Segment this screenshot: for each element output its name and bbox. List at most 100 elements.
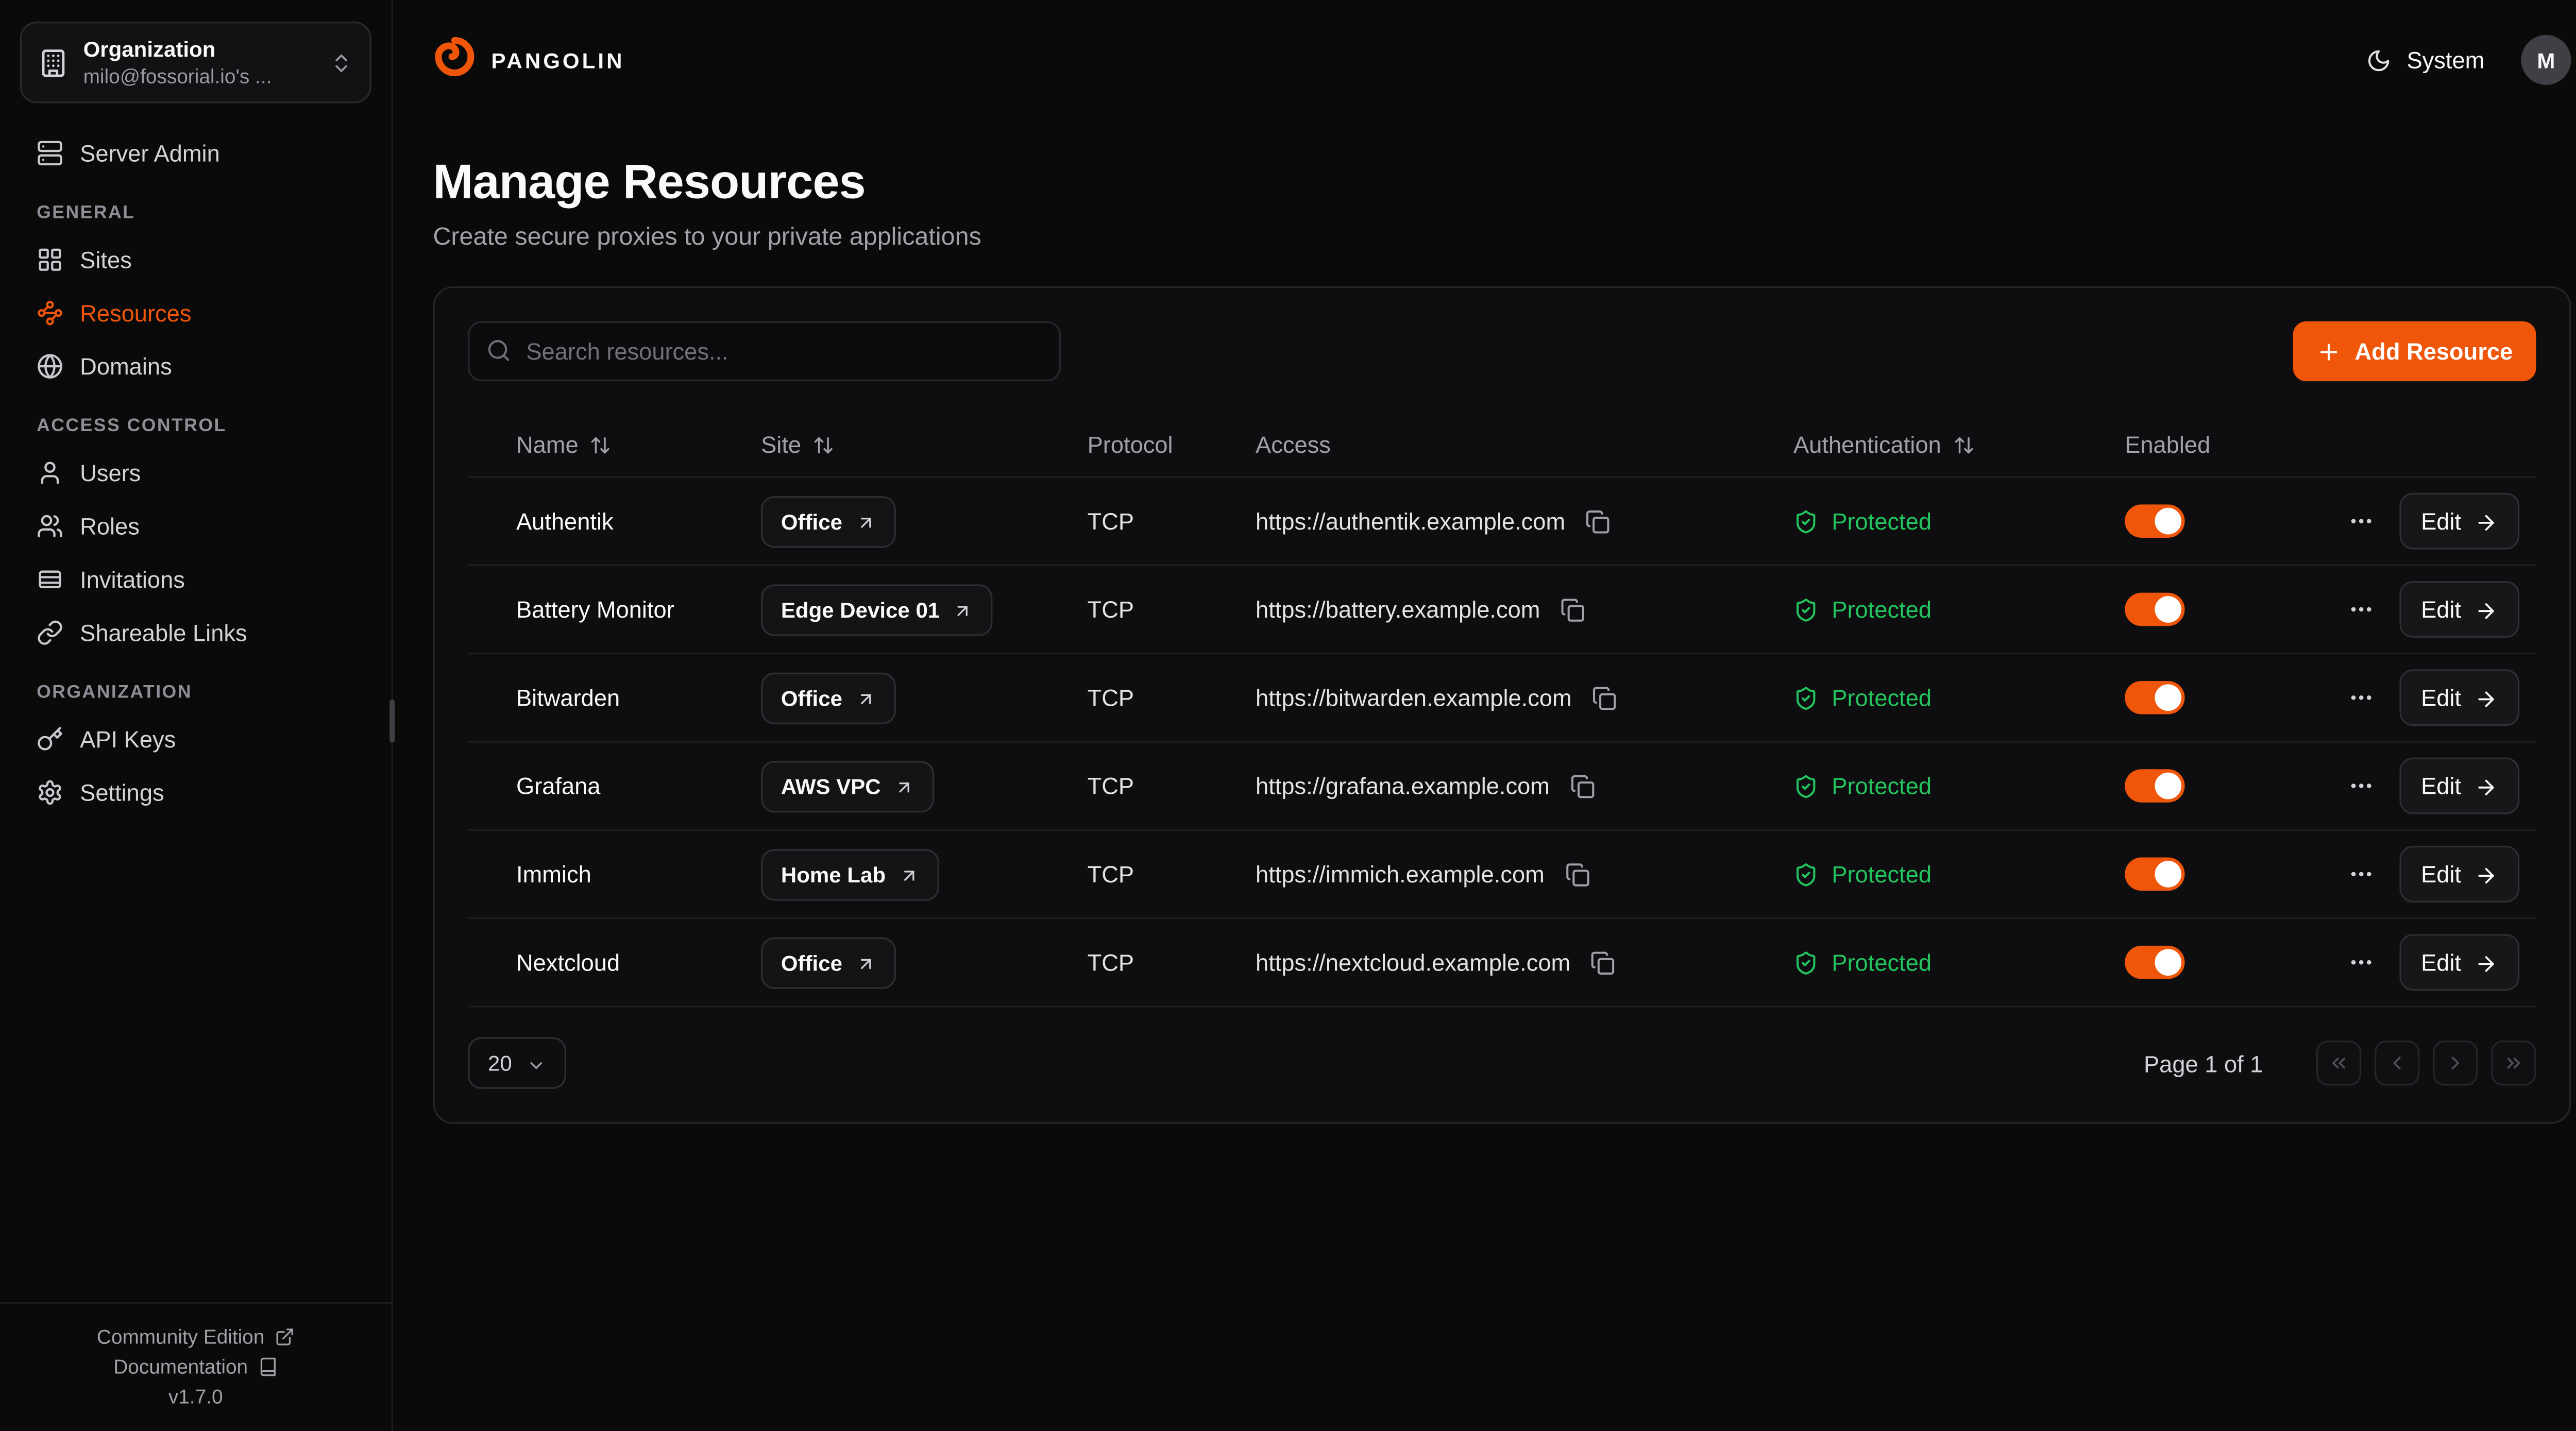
protocol: TCP bbox=[1088, 508, 1256, 535]
site-link-button[interactable]: Home Lab bbox=[761, 848, 939, 900]
edit-button[interactable]: Edit bbox=[2399, 669, 2519, 726]
row-menu-button[interactable] bbox=[2344, 946, 2378, 979]
last-page-button[interactable] bbox=[2491, 1041, 2536, 1085]
access-url: https://authentik.example.com bbox=[1256, 508, 1565, 535]
column-header-name[interactable]: Name bbox=[516, 431, 761, 457]
section-label-organization: ORGANIZATION bbox=[20, 659, 371, 712]
community-edition-label: Community Edition bbox=[97, 1324, 265, 1348]
page-subtitle: Create secure proxies to your private ap… bbox=[433, 223, 2571, 251]
copy-icon[interactable] bbox=[1588, 682, 1620, 713]
site-link-button[interactable]: Office bbox=[761, 672, 895, 723]
resource-name: Nextcloud bbox=[516, 949, 761, 976]
sidebar-item-api-keys[interactable]: API Keys bbox=[20, 713, 371, 766]
sidebar-item-label: Resources bbox=[80, 301, 191, 325]
site-link-button[interactable]: AWS VPC bbox=[761, 760, 934, 811]
copy-icon[interactable] bbox=[1557, 593, 1588, 625]
toggle-knob bbox=[2155, 596, 2181, 623]
gear-icon bbox=[37, 779, 63, 806]
arrow-up-right-icon bbox=[856, 950, 876, 975]
sidebar-item-sites[interactable]: Sites bbox=[20, 233, 371, 286]
sort-icon bbox=[590, 431, 612, 457]
table-footer: 20 Page 1 of 1 bbox=[468, 1037, 2536, 1089]
row-menu-button[interactable] bbox=[2344, 681, 2378, 714]
building-icon bbox=[38, 47, 68, 77]
documentation-link[interactable]: Documentation bbox=[16, 1351, 375, 1381]
next-page-button[interactable] bbox=[2433, 1041, 2478, 1085]
sidebar-item-server-admin[interactable]: Server Admin bbox=[20, 127, 371, 180]
sidebar-item-users[interactable]: Users bbox=[20, 447, 371, 500]
search-input[interactable] bbox=[468, 321, 1061, 381]
copy-icon[interactable] bbox=[1582, 505, 1614, 537]
sidebar-item-roles[interactable]: Roles bbox=[20, 500, 371, 553]
enabled-toggle[interactable] bbox=[2125, 504, 2184, 538]
enabled-toggle[interactable] bbox=[2125, 946, 2184, 979]
column-label: Authentication bbox=[1793, 431, 1941, 457]
row-menu-button[interactable] bbox=[2344, 593, 2378, 626]
edit-button[interactable]: Edit bbox=[2399, 846, 2519, 902]
sidebar-item-resources[interactable]: Resources bbox=[20, 286, 371, 339]
plus-icon bbox=[2316, 337, 2341, 365]
copy-icon[interactable] bbox=[1566, 770, 1598, 802]
sidebar-item-label: Roles bbox=[80, 515, 140, 538]
access-cell: https://bitwarden.example.com bbox=[1256, 682, 1793, 713]
sidebar-item-settings[interactable]: Settings bbox=[20, 766, 371, 819]
row-actions: Edit bbox=[2325, 581, 2519, 638]
column-header-authentication[interactable]: Authentication bbox=[1793, 431, 2125, 457]
arrow-right-icon bbox=[2475, 684, 2498, 711]
shield-check-icon bbox=[1793, 507, 1818, 535]
edit-button[interactable]: Edit bbox=[2399, 934, 2519, 991]
row-actions: Edit bbox=[2325, 846, 2519, 902]
access-url: https://immich.example.com bbox=[1256, 861, 1545, 888]
site-link-button[interactable]: Office bbox=[761, 496, 895, 547]
edit-button[interactable]: Edit bbox=[2399, 493, 2519, 550]
page-size-select[interactable]: 20 bbox=[468, 1037, 567, 1089]
org-selector[interactable]: Organization milo@fossorial.io's ... bbox=[20, 22, 371, 104]
link-icon bbox=[37, 620, 63, 646]
sidebar-item-shareable-links[interactable]: Shareable Links bbox=[20, 606, 371, 659]
toggle-knob bbox=[2155, 684, 2181, 711]
column-header-site[interactable]: Site bbox=[761, 431, 1087, 457]
protected-label: Protected bbox=[1832, 773, 1931, 799]
first-page-button[interactable] bbox=[2316, 1041, 2361, 1085]
sidebar-resize-handle[interactable] bbox=[389, 699, 395, 742]
site-link-button[interactable]: Edge Device 01 bbox=[761, 584, 993, 635]
site-name: Edge Device 01 bbox=[781, 597, 940, 622]
enabled-toggle[interactable] bbox=[2125, 769, 2184, 803]
table-row: Battery Monitor Edge Device 01 TCP https… bbox=[468, 566, 2536, 654]
version-label: v1.7.0 bbox=[16, 1381, 375, 1411]
sort-icon bbox=[1953, 431, 1974, 457]
authentication-badge: Protected bbox=[1793, 595, 2125, 623]
sidebar: Organization milo@fossorial.io's ... Ser… bbox=[0, 0, 393, 1431]
copy-icon[interactable] bbox=[1587, 946, 1619, 978]
toggle-knob bbox=[2155, 861, 2181, 888]
resource-name: Battery Monitor bbox=[516, 596, 761, 623]
enabled-toggle[interactable] bbox=[2125, 681, 2184, 714]
site-link-button[interactable]: Office bbox=[761, 936, 895, 988]
theme-toggle-button[interactable]: System bbox=[2367, 46, 2484, 74]
copy-icon[interactable] bbox=[1561, 858, 1592, 890]
key-icon bbox=[37, 726, 63, 753]
row-menu-button[interactable] bbox=[2344, 504, 2378, 538]
sidebar-item-invitations[interactable]: Invitations bbox=[20, 553, 371, 606]
edit-label: Edit bbox=[2421, 861, 2461, 888]
avatar[interactable]: M bbox=[2521, 35, 2571, 85]
edit-button[interactable]: Edit bbox=[2399, 758, 2519, 814]
row-menu-button[interactable] bbox=[2344, 769, 2378, 803]
row-menu-button[interactable] bbox=[2344, 858, 2378, 891]
enabled-toggle[interactable] bbox=[2125, 858, 2184, 891]
page-indicator: Page 1 of 1 bbox=[2144, 1050, 2263, 1077]
community-edition-link[interactable]: Community Edition bbox=[16, 1321, 375, 1351]
sidebar-item-domains[interactable]: Domains bbox=[20, 340, 371, 393]
add-resource-button[interactable]: Add Resource bbox=[2293, 321, 2536, 381]
access-url: https://grafana.example.com bbox=[1256, 773, 1550, 799]
sidebar-item-label: Sites bbox=[80, 248, 132, 271]
enabled-toggle[interactable] bbox=[2125, 593, 2184, 626]
edit-button[interactable]: Edit bbox=[2399, 581, 2519, 638]
row-actions: Edit bbox=[2325, 934, 2519, 991]
authentication-badge: Protected bbox=[1793, 860, 2125, 888]
column-label: Name bbox=[516, 431, 579, 457]
site-name: AWS VPC bbox=[781, 773, 881, 798]
row-actions: Edit bbox=[2325, 669, 2519, 726]
previous-page-button[interactable] bbox=[2375, 1041, 2419, 1085]
brand[interactable]: PANGOLIN bbox=[433, 34, 624, 86]
